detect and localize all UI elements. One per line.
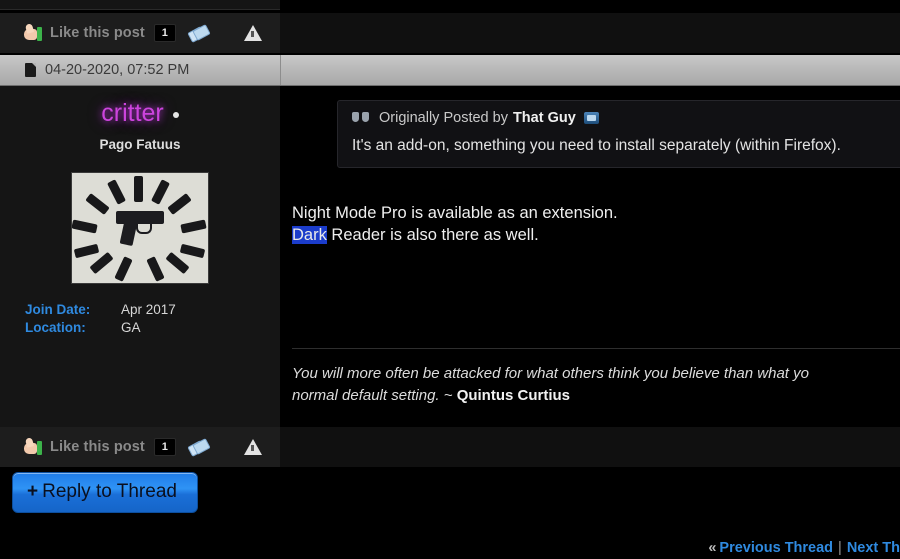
avatar[interactable] xyxy=(71,172,209,284)
signature-line-2-text: normal default setting. ~ xyxy=(292,387,457,404)
thumbs-up-icon[interactable] xyxy=(22,23,42,42)
user-fields: Join Date: Apr 2017 Location: GA xyxy=(25,302,280,335)
warning-triangle-icon[interactable] xyxy=(243,439,262,455)
forum-post-page: Like this post 1 04-20-2020, 07:52 PM cr… xyxy=(0,0,900,559)
chevron-left-icon: « xyxy=(708,540,717,556)
like-count-badge: 1 xyxy=(153,23,176,43)
top-divider xyxy=(0,9,280,10)
like-bar-bottom: Like this post 1 xyxy=(0,427,280,467)
location-label: Location: xyxy=(25,320,86,335)
join-date-value: Apr 2017 xyxy=(121,302,176,317)
signature-line-2: normal default setting. ~ Quintus Curtiu… xyxy=(292,385,900,407)
thumbs-up-icon[interactable] xyxy=(22,437,42,456)
previous-thread-link[interactable]: Previous Thread xyxy=(719,540,833,556)
date-header-column-divider xyxy=(280,55,281,85)
online-status-dot xyxy=(172,112,179,119)
like-this-post-label[interactable]: Like this post xyxy=(50,439,145,455)
post-message-line-2: Dark Reader is also there as well. xyxy=(292,224,618,246)
tag-icon[interactable] xyxy=(187,24,211,43)
quote-author[interactable]: That Guy xyxy=(513,110,576,126)
signature-divider xyxy=(292,348,900,349)
like-bar-top: Like this post 1 xyxy=(0,13,280,53)
signature-author: Quintus Curtius xyxy=(456,387,571,404)
like-bar-top-background xyxy=(280,13,900,53)
quote-text: It's an add-on, something you need to in… xyxy=(352,137,841,154)
like-count-badge: 1 xyxy=(153,437,176,457)
post-message-line-2-rest: Reader is also there as well. xyxy=(326,226,539,244)
quote-marks-icon xyxy=(352,111,371,125)
user-field-row: Location: GA xyxy=(25,320,280,335)
plus-icon: + xyxy=(27,481,39,502)
post-message-line-1: Night Mode Pro is available as an extens… xyxy=(292,204,618,222)
post-body: Originally Posted by That Guy It's an ad… xyxy=(280,86,900,427)
like-bar-bottom-background xyxy=(280,427,900,467)
next-thread-link[interactable]: Next Th xyxy=(847,540,900,556)
quote-prefix: Originally Posted by xyxy=(379,110,508,126)
thread-navigation: «Previous Thread | Next Th xyxy=(0,540,900,559)
warning-triangle-icon[interactable] xyxy=(243,25,262,41)
view-post-icon[interactable] xyxy=(583,112,599,124)
post-page-icon[interactable] xyxy=(25,63,36,77)
user-field-row: Join Date: Apr 2017 xyxy=(25,302,280,317)
tag-icon[interactable] xyxy=(187,438,211,457)
signature: You will more often be attacked for what… xyxy=(292,363,900,407)
selected-text: Dark xyxy=(292,226,327,244)
username[interactable]: critter xyxy=(101,99,164,128)
reply-to-thread-label: Reply to Thread xyxy=(42,481,177,502)
quote-header: Originally Posted by That Guy xyxy=(352,110,900,126)
join-date-label: Join Date: xyxy=(25,302,91,317)
user-title: Pago Fatuus xyxy=(99,137,181,152)
quote-block: Originally Posted by That Guy It's an ad… xyxy=(337,100,900,168)
post-message: Night Mode Pro is available as an extens… xyxy=(292,202,618,246)
like-this-post-label[interactable]: Like this post xyxy=(50,25,145,41)
post-user-column: critter Pago Fatuus Join Date: Apr 2017 xyxy=(0,86,280,427)
post-date-header: 04-20-2020, 07:52 PM xyxy=(0,55,900,86)
post-date: 04-20-2020, 07:52 PM xyxy=(45,62,190,78)
nav-separator: | xyxy=(838,540,842,556)
location-value: GA xyxy=(121,320,141,335)
reply-button-area: + Reply to Thread xyxy=(0,467,900,517)
reply-to-thread-button[interactable]: + Reply to Thread xyxy=(12,472,198,513)
signature-line-1: You will more often be attacked for what… xyxy=(292,365,809,382)
